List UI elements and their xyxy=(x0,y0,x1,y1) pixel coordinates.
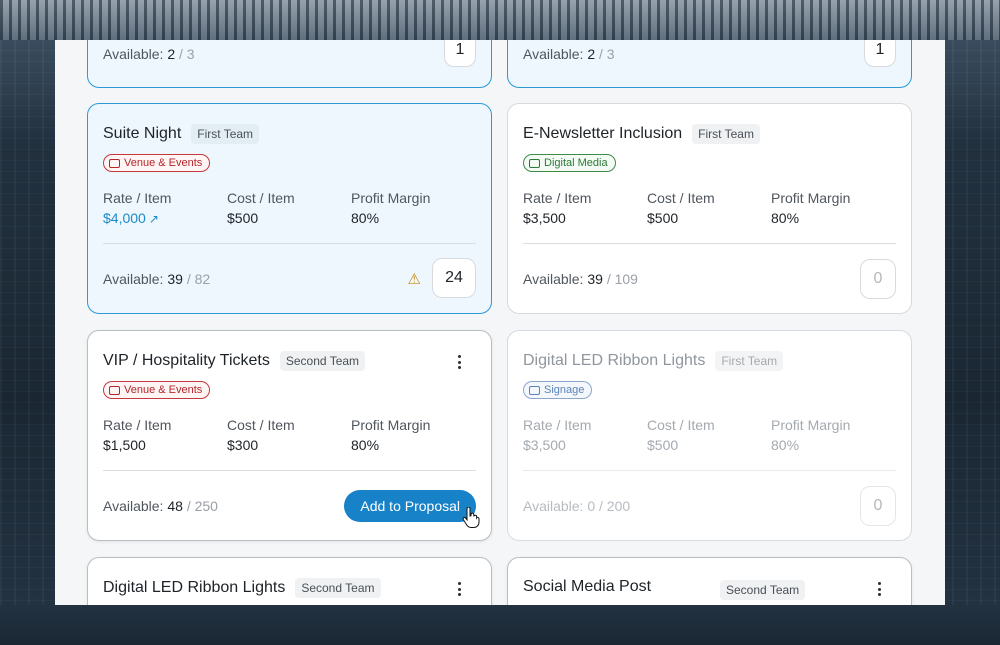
rate-value: $3,500 xyxy=(523,437,566,453)
cost-label: Cost / Item xyxy=(647,190,715,206)
divider xyxy=(523,243,896,244)
hand-pointer-icon xyxy=(462,507,480,528)
team-badge: Second Team xyxy=(279,351,366,371)
card-title: VIP / Hospitality Tickets xyxy=(103,352,270,369)
quantity-input[interactable]: 1 xyxy=(864,40,896,67)
quantity-input[interactable]: 0 xyxy=(860,259,896,299)
cost-value: $500 xyxy=(227,210,259,226)
background-footer xyxy=(0,605,1000,645)
cost-label: Cost / Item xyxy=(647,417,715,433)
category-badge: Venue & Events xyxy=(103,154,211,172)
availability-text: Available: 2 / 3 xyxy=(523,46,615,62)
team-badge: First Team xyxy=(692,124,760,144)
divider xyxy=(103,470,476,471)
rate-value: $3,500 xyxy=(523,210,566,226)
more-options-icon[interactable] xyxy=(451,354,467,370)
more-options-icon[interactable] xyxy=(451,581,467,597)
add-to-proposal-button[interactable]: Add to Proposal xyxy=(344,490,476,522)
inventory-card-e-newsletter[interactable]: E-Newsletter Inclusion First Team Digita… xyxy=(507,103,912,314)
card-title: Digital LED Ribbon Lights xyxy=(523,352,706,369)
cost-label: Cost / Item xyxy=(227,190,295,206)
cost-value: $300 xyxy=(227,437,259,453)
inventory-card[interactable]: Available: 2 / 3 1 xyxy=(87,40,492,88)
margin-value: 80% xyxy=(771,437,800,453)
margin-label: Profit Margin xyxy=(351,417,431,433)
signpost-icon xyxy=(529,385,540,395)
ticket-icon xyxy=(109,158,120,168)
quantity-input[interactable]: 24 xyxy=(432,258,476,298)
rate-label: Rate / Item xyxy=(523,190,592,206)
quantity-input: 0 xyxy=(860,486,896,526)
team-badge: Second Team xyxy=(720,580,806,600)
margin-label: Profit Margin xyxy=(771,417,851,433)
rate-label: Rate / Item xyxy=(103,417,172,433)
cost-value: $500 xyxy=(647,437,679,453)
team-badge: First Team xyxy=(715,351,784,371)
more-options-icon[interactable] xyxy=(871,581,887,597)
margin-label: Profit Margin xyxy=(771,190,851,206)
monitor-icon xyxy=(529,158,540,168)
team-badge: Second Team xyxy=(295,578,381,598)
rate-value-link[interactable]: $4,000 ↗ xyxy=(103,208,227,229)
divider xyxy=(103,243,476,244)
category-badge: Venue & Events xyxy=(103,381,211,399)
availability-text: Available: 2 / 3 xyxy=(103,46,195,62)
inventory-panel: Available: 2 / 3 1 Available: 2 / 3 1 Su… xyxy=(55,40,945,605)
background-stands xyxy=(0,0,1000,40)
margin-label: Profit Margin xyxy=(351,190,431,206)
rate-label: Rate / Item xyxy=(103,190,172,206)
card-title: Digital LED Ribbon Lights xyxy=(103,579,286,596)
margin-value: 80% xyxy=(351,210,380,226)
availability-text: Available: 39 / 109 xyxy=(523,271,638,287)
card-title: Suite Night xyxy=(103,125,182,142)
cost-value: $500 xyxy=(647,210,679,226)
quantity-input[interactable]: 1 xyxy=(444,40,476,67)
divider xyxy=(523,470,896,471)
team-badge: First Team xyxy=(191,124,260,144)
availability-text: Available: 39 / 82 xyxy=(103,271,211,287)
category-badge: Digital Media xyxy=(523,154,616,172)
category-badge: Signage xyxy=(523,381,593,399)
warning-icon: ⚠ xyxy=(407,271,421,288)
margin-value: 80% xyxy=(351,437,380,453)
inventory-card[interactable]: Available: 2 / 3 1 xyxy=(507,40,912,88)
ticket-icon xyxy=(109,385,120,395)
inventory-card-suite-night[interactable]: Suite Night First Team Venue & Events Ra… xyxy=(87,103,492,314)
cost-label: Cost / Item xyxy=(227,417,295,433)
availability-text: Available: 0 / 200 xyxy=(523,498,631,514)
inventory-card[interactable]: Social Media Post Second Team xyxy=(507,557,912,605)
card-title: Social Media Post xyxy=(523,578,652,595)
inventory-card-led-ribbon[interactable]: Digital LED Ribbon Lights First Team Sig… xyxy=(507,330,912,541)
inventory-card-vip-hospitality[interactable]: VIP / Hospitality Tickets Second Team Ve… xyxy=(87,330,492,541)
inventory-card[interactable]: Digital LED Ribbon Lights Second Team xyxy=(87,557,492,605)
card-title: E-Newsletter Inclusion xyxy=(523,125,683,142)
arrow-up-right-icon: ↗ xyxy=(148,212,159,226)
rate-label: Rate / Item xyxy=(523,417,592,433)
availability-text: Available: 48 / 250 xyxy=(103,498,218,514)
rate-value: $1,500 xyxy=(103,437,146,453)
margin-value: 80% xyxy=(771,210,800,226)
